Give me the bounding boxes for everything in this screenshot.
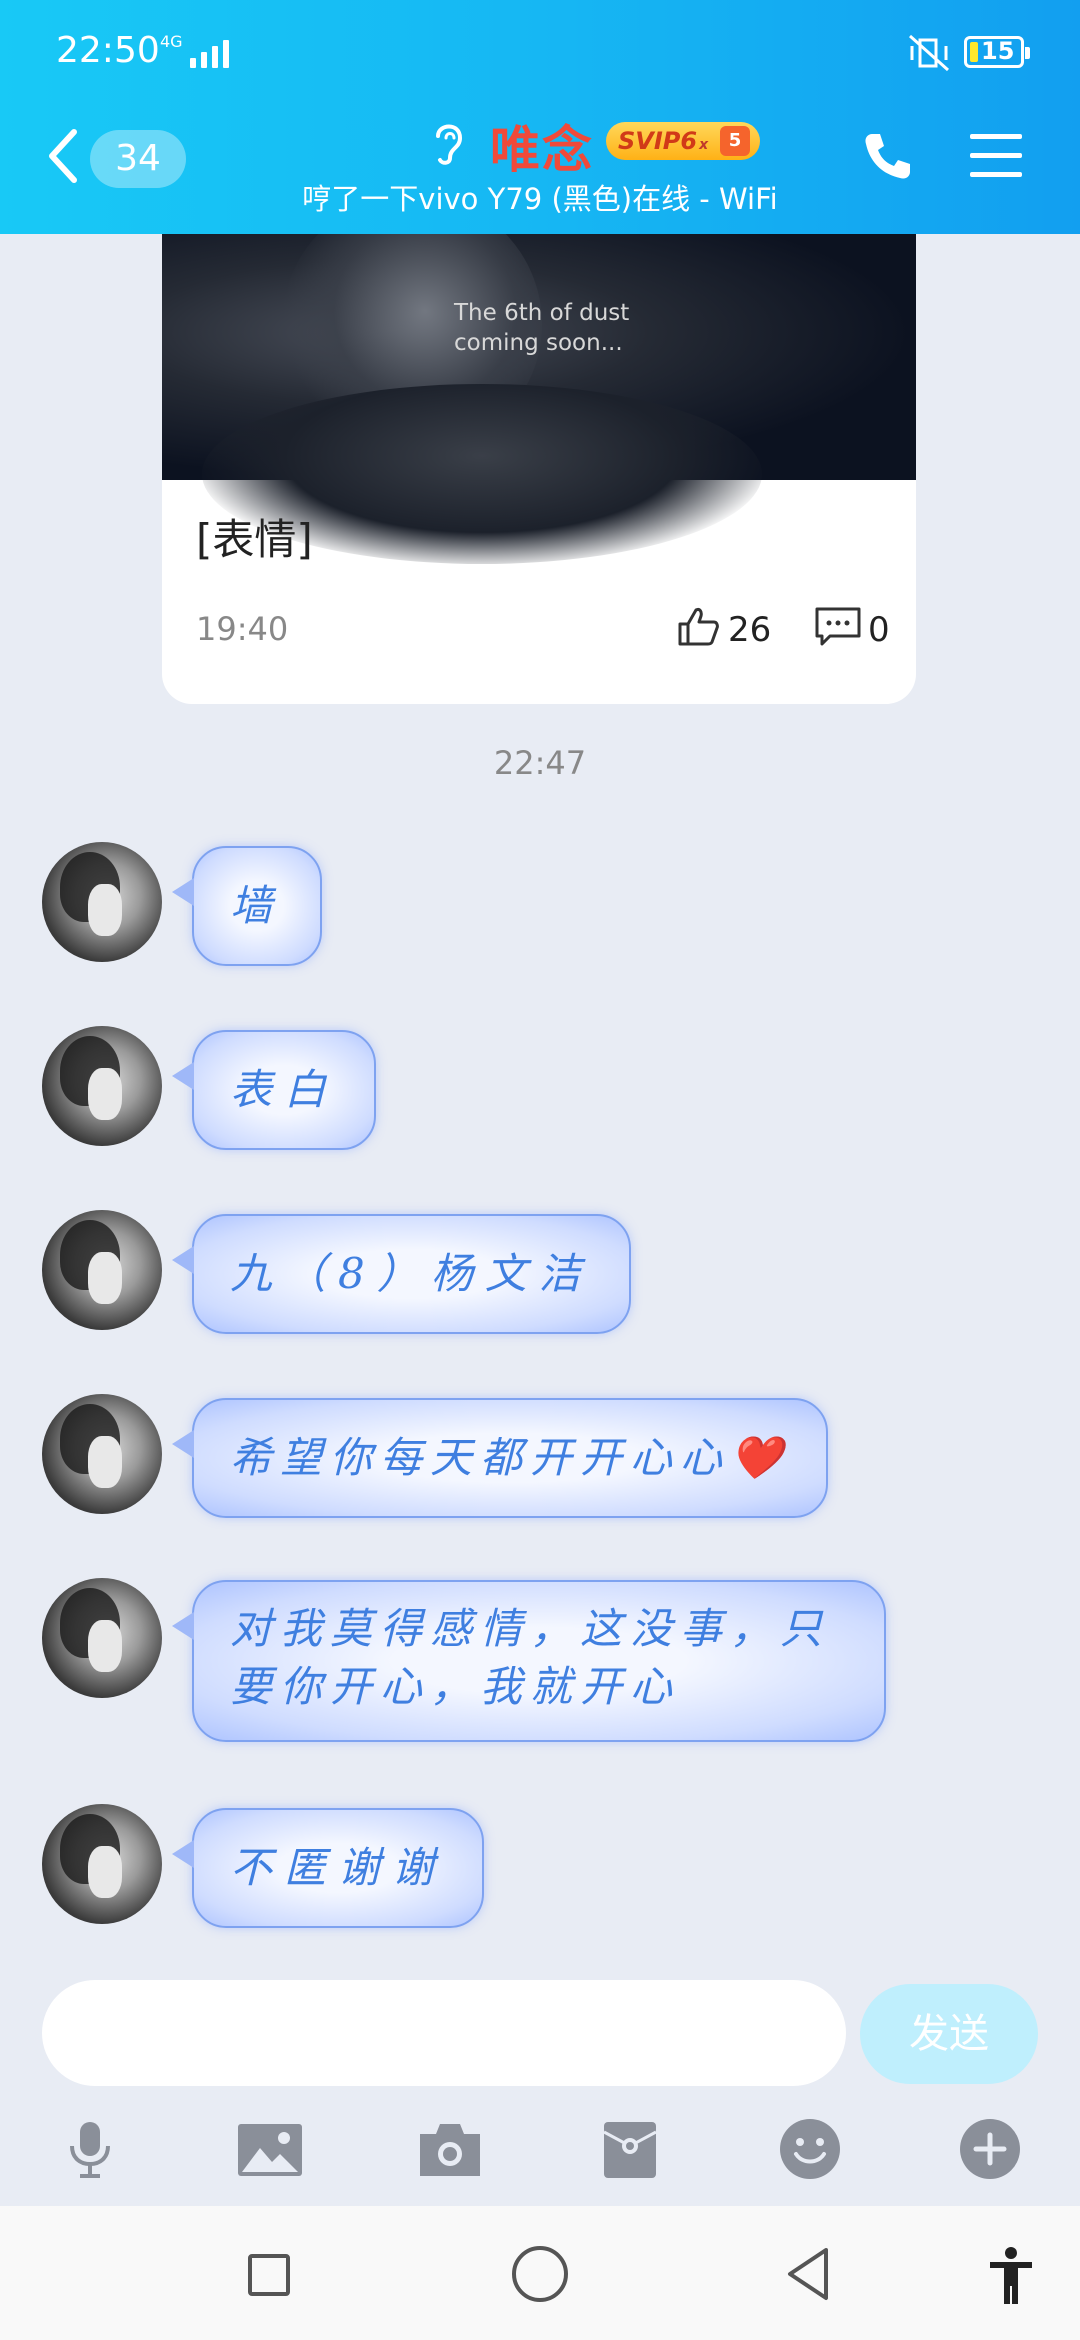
post-image-caption: The 6th of dust coming soon... [454, 298, 654, 358]
comment-count: 0 [868, 610, 890, 650]
message-text: 表白 [230, 1065, 339, 1114]
send-button[interactable]: 发送 [860, 1984, 1038, 2084]
menu-icon[interactable] [970, 134, 1022, 178]
avatar[interactable] [42, 1210, 162, 1330]
home-button[interactable] [512, 2246, 568, 2302]
message-text-line-1: 对我莫得感情，这没事，只 [230, 1604, 831, 1653]
post-card[interactable]: The 6th of dust coming soon... [表情] 19:4… [162, 234, 916, 704]
post-time: 19:40 [196, 610, 289, 648]
message-bubble[interactable]: 墙 [171, 846, 323, 966]
message-bubble[interactable]: 不匿谢谢 [171, 1808, 485, 1928]
system-nav-bar [0, 2206, 1080, 2340]
svip-badge: SVIP6 x 5 [606, 122, 760, 160]
battery-icon: 15 [964, 36, 1030, 68]
back-triangle-icon[interactable] [784, 2246, 832, 2302]
recent-apps-button[interactable] [248, 2254, 290, 2296]
contact-name: 唯念 [490, 121, 594, 179]
online-status: 哼了一下vivo Y79 (黑色)在线 - WiFi [302, 182, 778, 216]
thumbs-up-icon[interactable] [676, 604, 720, 648]
avatar[interactable] [42, 1578, 162, 1698]
battery-level: 15 [981, 37, 1015, 65]
svip-multiplier: x [699, 137, 709, 153]
svip-label: SVIP6 [618, 127, 698, 155]
status-time: 22:50 [56, 30, 160, 71]
message-text: 不匿谢谢 [230, 1843, 447, 1892]
caption-line-2: coming soon... [454, 330, 623, 356]
message-bubble[interactable]: 表白 [171, 1030, 377, 1150]
message-text: 墙 [230, 881, 285, 930]
network-type: 4G [160, 32, 183, 51]
message-text: 九（8）杨文洁 [230, 1249, 593, 1298]
microphone-icon[interactable] [60, 2118, 120, 2180]
avatar[interactable] [42, 1026, 162, 1146]
phone-icon[interactable] [862, 130, 914, 182]
image-icon[interactable] [236, 2118, 304, 2180]
message-input[interactable] [42, 1980, 846, 2086]
post-image[interactable]: The 6th of dust coming soon... [162, 234, 916, 564]
caption-line-1: The 6th of dust [454, 300, 630, 326]
message-text-line-2: 要你开心，我就开心 [230, 1662, 681, 1711]
ear-icon[interactable] [428, 118, 468, 166]
comment-icon[interactable] [814, 606, 862, 648]
time-separator: 22:47 [493, 744, 587, 782]
plus-icon[interactable] [958, 2118, 1022, 2180]
status-bar: 22:50 4G 15 [0, 0, 1080, 110]
chat-header: 22:50 4G 15 34 唯念 SVIP6 x 5 哼了一下vivo Y79 … [0, 0, 1080, 234]
like-count: 26 [728, 610, 772, 650]
red-packet-icon[interactable] [600, 2118, 660, 2180]
avatar[interactable] [42, 842, 162, 962]
avatar[interactable] [42, 1394, 162, 1514]
svip-level: 5 [720, 126, 750, 156]
message-bubble[interactable]: 九（8）杨文洁 [172, 1214, 631, 1334]
vibrate-mute-icon [908, 34, 950, 72]
message-bubble[interactable]: 希望你每天都开开心心❤️ [171, 1398, 829, 1518]
avatar[interactable] [42, 1804, 162, 1924]
message-text: 希望你每天都开开心心❤️ [230, 1433, 791, 1482]
signal-icon [190, 36, 229, 68]
post-text: [表情] [196, 515, 313, 564]
emoji-icon[interactable] [778, 2118, 842, 2180]
accessibility-icon[interactable] [986, 2246, 1036, 2306]
camera-icon[interactable] [416, 2118, 484, 2180]
message-bubble[interactable]: 对我莫得感情，这没事，只 要你开心，我就开心 [172, 1580, 886, 1742]
